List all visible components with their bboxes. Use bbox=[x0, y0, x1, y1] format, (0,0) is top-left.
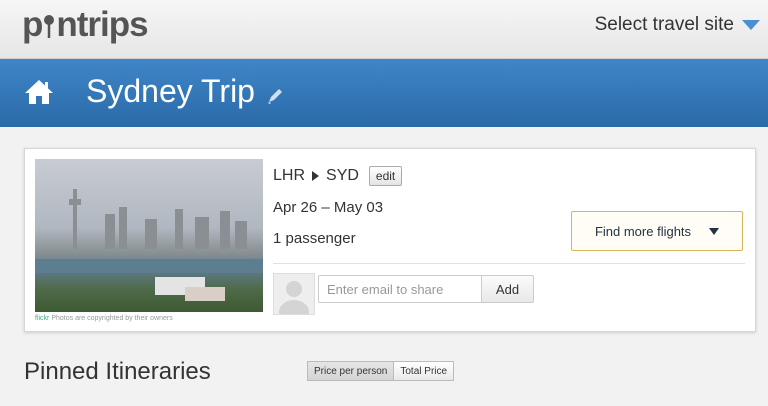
pinned-itineraries-heading: Pinned Itineraries bbox=[24, 358, 211, 385]
photo-credit-source: flickr bbox=[35, 315, 50, 322]
total-price-toggle[interactable]: Total Price bbox=[394, 361, 455, 381]
find-more-flights-button[interactable]: Find more flights bbox=[571, 211, 743, 251]
add-share-button[interactable]: Add bbox=[482, 275, 534, 303]
trip-title: Sydney Trip bbox=[86, 73, 255, 109]
photo-credit: flickr Photos are copyrighted by their o… bbox=[35, 315, 173, 322]
trip-header: Sydney Trip bbox=[0, 59, 768, 127]
select-travel-site-dropdown[interactable]: Select travel site bbox=[595, 14, 760, 36]
trip-card: flickr Photos are copyrighted by their o… bbox=[24, 148, 756, 332]
trip-dates: Apr 26 – May 03 bbox=[273, 199, 384, 216]
passenger-count: 1 passenger bbox=[273, 230, 356, 247]
logo-rest: ntrips bbox=[56, 5, 148, 44]
price-per-person-toggle[interactable]: Price per person bbox=[307, 361, 395, 381]
find-more-flights-label: Find more flights bbox=[594, 223, 692, 239]
share-form: Add bbox=[318, 275, 534, 303]
chevron-down-icon bbox=[742, 20, 760, 30]
avatar bbox=[273, 273, 315, 315]
route-from: LHR bbox=[273, 167, 306, 184]
route-to: SYD bbox=[326, 167, 359, 184]
home-icon[interactable] bbox=[24, 79, 54, 110]
divider bbox=[273, 263, 745, 264]
logo-p: p bbox=[22, 5, 43, 44]
edit-route-button[interactable]: edit bbox=[368, 166, 403, 186]
pencil-icon[interactable] bbox=[266, 87, 284, 110]
share-email-input[interactable] bbox=[318, 275, 482, 303]
caret-down-icon bbox=[709, 227, 720, 235]
destination-photo bbox=[35, 159, 263, 312]
pin-icon bbox=[42, 5, 56, 44]
select-travel-site-label: Select travel site bbox=[594, 14, 734, 35]
route: LHR SYD edit bbox=[273, 166, 403, 186]
arrow-right-icon bbox=[312, 171, 320, 181]
photo-credit-text: Photos are copyrighted by their owners bbox=[51, 315, 173, 322]
top-bar: p ntrips Select travel site bbox=[0, 0, 768, 59]
price-toggle: Price per person Total Price bbox=[307, 361, 455, 381]
pintrips-logo[interactable]: p ntrips bbox=[22, 5, 149, 45]
